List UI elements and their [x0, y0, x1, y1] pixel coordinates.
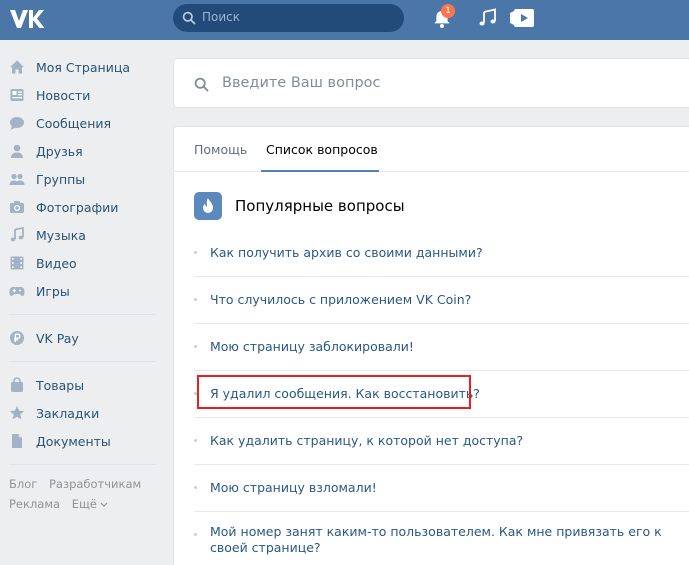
sidebar-item-label: Друзья	[36, 143, 83, 159]
sidebar-divider	[9, 314, 156, 315]
list-item[interactable]: Мою страницу заблокировали!	[194, 324, 689, 371]
vk-logo[interactable]	[8, 7, 44, 31]
sidebar-item-label: Видео	[36, 255, 77, 271]
sidebar-footer: Блог Разработчикам Реклама Ещё	[0, 474, 160, 514]
question-link[interactable]: Мой номер занят каким-то пользователем. …	[210, 524, 680, 556]
popular-questions-title: Популярные вопросы	[235, 197, 405, 215]
fire-icon	[194, 192, 222, 220]
news-icon	[9, 87, 25, 103]
bullet	[194, 486, 197, 489]
sidebar-item-my-page[interactable]: Моя Страница	[0, 53, 160, 81]
search-icon	[182, 11, 196, 25]
bullet	[194, 251, 197, 254]
bullet	[194, 439, 197, 442]
sidebar-item-label: Игры	[36, 283, 70, 299]
sidebar-item-label: Сообщения	[36, 115, 112, 131]
sidebar-item-label: Новости	[36, 87, 91, 103]
list-item[interactable]: Мою страницу взломали!	[194, 465, 689, 512]
tab-questions-list[interactable]: Список вопросов	[266, 142, 378, 157]
question-link[interactable]: Как удалить страницу, к которой нет дост…	[210, 433, 523, 448]
music-note-icon	[9, 227, 25, 243]
list-item[interactable]: Мой номер занят каким-то пользователем. …	[194, 512, 689, 565]
sidebar-item-bookmarks[interactable]: Закладки	[0, 399, 160, 427]
highlight-box	[197, 375, 471, 409]
bag-icon	[9, 377, 25, 393]
sidebar-item-label: Моя Страница	[36, 59, 130, 75]
person-icon	[9, 143, 25, 159]
sidebar-item-vk-pay[interactable]: VK Pay	[0, 324, 160, 352]
sidebar-item-documents[interactable]: Документы	[0, 427, 160, 455]
ruble-coin-icon	[9, 330, 25, 346]
question-link[interactable]: Что случилось с приложением VK Coin?	[210, 292, 471, 307]
footer-more-label: Ещё	[71, 497, 97, 511]
list-item-highlighted[interactable]: Я удалил сообщения. Как восстановить?	[194, 371, 689, 418]
question-search-placeholder: Введите Ваш вопрос	[222, 75, 381, 91]
footer-link-developers[interactable]: Разработчикам	[49, 477, 141, 491]
home-icon	[9, 59, 25, 75]
active-tab-indicator	[261, 170, 379, 172]
notification-badge: 1	[441, 4, 455, 18]
sidebar-item-label: Музыка	[36, 227, 86, 243]
star-icon	[9, 405, 25, 421]
footer-link-blog[interactable]: Блог	[9, 477, 37, 491]
sidebar-item-groups[interactable]: Группы	[0, 165, 160, 193]
tab-help[interactable]: Помощь	[194, 142, 247, 157]
bullet	[194, 533, 197, 536]
chat-icon	[9, 115, 25, 131]
footer-link-more[interactable]: Ещё	[72, 497, 108, 511]
document-icon	[9, 433, 25, 449]
sidebar-item-label: Документы	[36, 433, 111, 449]
sidebar-item-label: Группы	[36, 171, 86, 187]
bullet	[194, 345, 197, 348]
footer-link-ads[interactable]: Реклама	[9, 497, 60, 511]
sidebar-divider	[9, 464, 156, 465]
list-item[interactable]: Как удалить страницу, к которой нет дост…	[194, 418, 689, 465]
tab-bar: Помощь Список вопросов	[174, 127, 689, 172]
header-search-input[interactable]: Поиск	[173, 4, 404, 32]
header-search-placeholder: Поиск	[202, 10, 241, 24]
list-item[interactable]: Как получить архив со своими данными?	[194, 230, 689, 277]
sidebar-divider	[9, 361, 156, 362]
sidebar-item-messages[interactable]: Сообщения	[0, 109, 160, 137]
list-item[interactable]: Что случилось с приложением VK Coin?	[194, 277, 689, 324]
sidebar-item-friends[interactable]: Друзья	[0, 137, 160, 165]
question-link[interactable]: Мою страницу заблокировали!	[210, 339, 414, 354]
film-icon	[9, 255, 25, 271]
sidebar-item-news[interactable]: Новости	[0, 81, 160, 109]
search-icon	[194, 77, 209, 92]
camera-icon	[9, 199, 25, 215]
sidebar-item-label: VK Pay	[36, 330, 79, 346]
question-list: Как получить архив со своими данными? Чт…	[194, 230, 689, 565]
question-link[interactable]: Как получить архив со своими данными?	[210, 245, 483, 260]
left-sidebar: Моя Страница Новости Сообщения Друзья Гр…	[0, 53, 160, 514]
sidebar-item-games[interactable]: Игры	[0, 277, 160, 305]
sidebar-item-video[interactable]: Видео	[0, 249, 160, 277]
top-bar: Поиск 1	[0, 0, 689, 40]
gamepad-icon	[9, 283, 25, 299]
help-card: Помощь Список вопросов Популярные вопрос…	[173, 126, 689, 565]
bullet	[194, 298, 197, 301]
sidebar-item-music[interactable]: Музыка	[0, 221, 160, 249]
sidebar-item-goods[interactable]: Товары	[0, 371, 160, 399]
chevron-down-icon	[100, 502, 108, 507]
question-link[interactable]: Мою страницу взломали!	[210, 480, 377, 495]
question-search-input[interactable]: Введите Ваш вопрос	[173, 58, 689, 108]
sidebar-item-label: Фотографии	[36, 199, 119, 215]
play-icon[interactable]	[509, 7, 535, 29]
sidebar-item-label: Товары	[36, 377, 85, 393]
group-icon	[9, 171, 25, 187]
sidebar-item-photos[interactable]: Фотографии	[0, 193, 160, 221]
popular-questions-header: Популярные вопросы	[194, 191, 405, 221]
sidebar-item-label: Закладки	[36, 405, 100, 421]
music-icon[interactable]	[478, 8, 498, 28]
